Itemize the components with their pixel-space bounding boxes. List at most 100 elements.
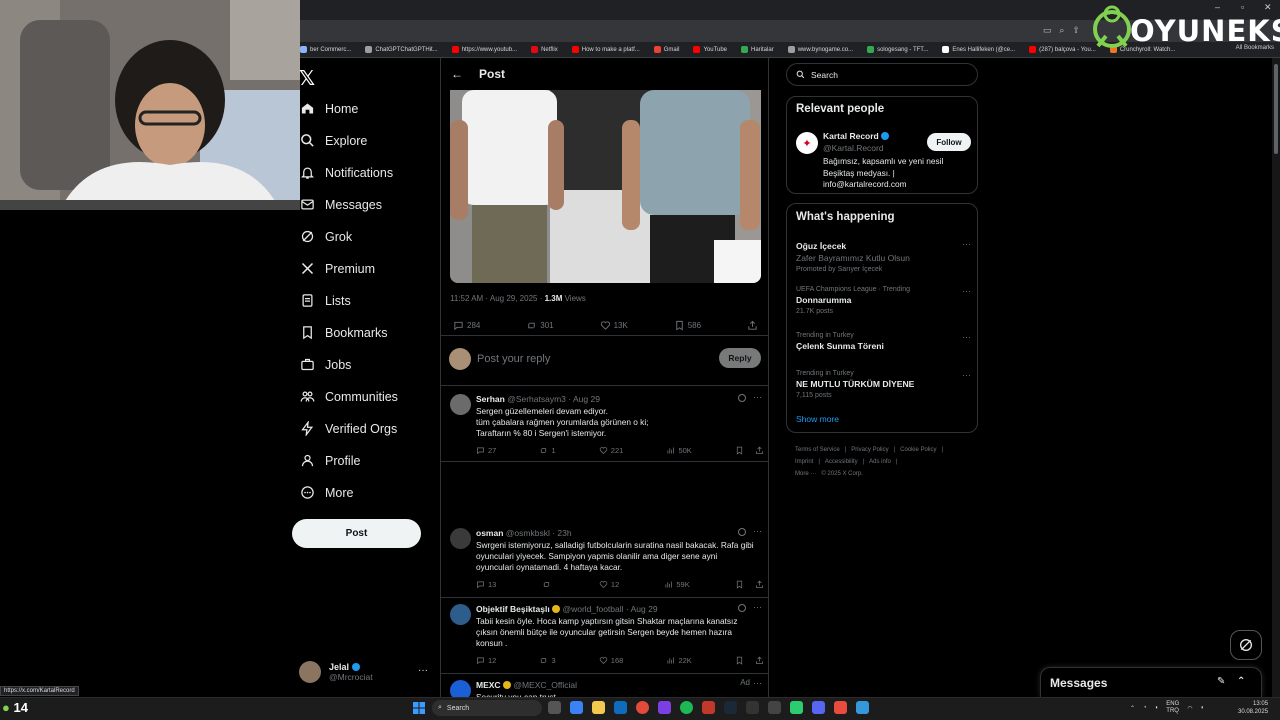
speaker-icon[interactable]: ◗ [1201, 705, 1205, 711]
tweet-handle[interactable]: @MEXC_Official [513, 680, 577, 690]
bookmark-item[interactable]: (287) balçova - You... [1029, 46, 1096, 53]
account-switcher[interactable]: Jelal @Mrcrociat [299, 659, 429, 685]
share-icon[interactable] [755, 446, 764, 455]
footer-link[interactable]: Terms of Service [795, 447, 840, 453]
x-logo-icon[interactable]: 𝕏 [299, 66, 315, 91]
more-options-icon[interactable]: ··· [753, 678, 762, 688]
footer-link[interactable]: Privacy Policy [851, 447, 888, 453]
nav-item-messages[interactable]: Messages [300, 197, 382, 212]
trend-item[interactable]: Oğuz İçecek Zafer Bayramımız Kutlu Olsun P… [796, 239, 971, 273]
trend-item[interactable]: Trending in Turkey NE MUTLU TÜRKÜM DİYENE… [796, 370, 971, 399]
nav-item-lists[interactable]: Lists [300, 293, 351, 308]
nav-item-bookmarks[interactable]: Bookmarks [300, 325, 388, 340]
back-arrow-icon[interactable]: ← [451, 67, 463, 81]
app-icon[interactable] [768, 701, 781, 714]
avatar[interactable] [450, 394, 471, 415]
nav-item-home[interactable]: Home [300, 101, 358, 116]
reply-button[interactable]: Reply [719, 348, 761, 368]
steam-icon[interactable] [724, 701, 737, 714]
bookmark-action[interactable]: 586 [674, 320, 701, 331]
person-handle[interactable]: @Kartal.Record [823, 143, 884, 153]
share-icon[interactable] [755, 656, 764, 665]
more-options-icon[interactable]: ··· [753, 526, 762, 536]
zoom-icon[interactable]: ⌕ [1059, 25, 1064, 36]
outlook-icon[interactable] [614, 701, 627, 714]
app-icon[interactable] [790, 701, 803, 714]
bookmark-item[interactable]: Gmail [653, 46, 679, 53]
cast-icon[interactable]: ▭ [1043, 25, 1052, 36]
app-icon[interactable] [702, 701, 715, 714]
tweet-author[interactable]: Objektif Beşiktaşlı [476, 604, 550, 614]
share-icon[interactable] [755, 580, 764, 589]
repost-action[interactable]: 3 [539, 654, 556, 666]
reply-action[interactable]: 284 [453, 320, 480, 331]
tweet-handle[interactable]: @world_football · Aug 29 [562, 604, 657, 614]
avatar[interactable] [450, 680, 471, 697]
scrollbar-thumb[interactable] [1274, 64, 1278, 154]
nav-item-notifications[interactable]: Notifications [300, 165, 393, 180]
taskbar-search[interactable]: ⌕ Search [432, 700, 542, 716]
volume-icon[interactable]: ◖ [1155, 705, 1159, 711]
like-action[interactable]: 12 [599, 578, 619, 590]
repost-action[interactable] [542, 578, 554, 590]
nav-item-more[interactable]: More [300, 485, 353, 500]
grok-button[interactable] [1230, 630, 1262, 660]
chrome-icon[interactable] [636, 701, 649, 714]
avatar[interactable] [450, 528, 471, 549]
grok-explain-icon[interactable] [738, 604, 746, 612]
app-icon[interactable] [570, 701, 583, 714]
nav-item-grok[interactable]: Grok [300, 229, 352, 244]
like-action[interactable]: 221 [599, 444, 623, 456]
footer-link[interactable]: © 2025 X Corp. [821, 471, 862, 477]
follow-button[interactable]: Follow [927, 133, 971, 151]
account-more-icon[interactable]: ··· [418, 665, 428, 676]
trend-item[interactable]: Trending in Turkey Çelenk Sunma Töreni ··· [796, 332, 971, 351]
nav-item-profile[interactable]: Profile [300, 453, 360, 468]
like-action[interactable]: 13K [600, 320, 628, 331]
bookmark-item[interactable]: Enes Hallifeken (@ce... [942, 46, 1015, 53]
tweet-author[interactable]: MEXC [476, 680, 501, 690]
post-time-link[interactable]: 11:52 AM · Aug 29, 2025 · [450, 294, 545, 303]
more-options-icon[interactable]: ··· [753, 392, 762, 402]
person-name[interactable]: Kartal Record [823, 131, 890, 141]
bookmark-item[interactable]: ber Commerc... [300, 46, 351, 53]
kartal-record-avatar[interactable]: ✦ [796, 132, 818, 154]
bookmark-action[interactable] [735, 444, 764, 456]
bookmark-item[interactable]: ChatGPTChatGPTHit... [365, 46, 438, 53]
chevron-up-icon[interactable]: ⌃ [1237, 676, 1245, 687]
reply-action[interactable]: 12 [476, 654, 496, 666]
wifi-icon[interactable]: ◠ [1187, 705, 1192, 712]
reply-tweet[interactable]: osman @osmkbskl · 23h ··· Swrgeni istemiyo… [441, 522, 768, 598]
bookmark-action[interactable] [735, 578, 764, 590]
more-options-icon[interactable]: ··· [962, 239, 971, 249]
avatar[interactable] [450, 604, 471, 625]
views-action[interactable]: 22K [666, 654, 692, 666]
windows-start-icon[interactable] [413, 702, 425, 714]
grok-explain-icon[interactable] [738, 528, 746, 536]
footer-link[interactable]: Cookie Policy [900, 447, 936, 453]
search-input[interactable]: Search [786, 63, 978, 86]
messages-drawer[interactable]: Messages ✎ ⌃ [1040, 667, 1262, 697]
tray-chevron-icon[interactable]: ⌃ [1130, 705, 1135, 712]
footer-link[interactable]: Accessibility [825, 459, 858, 465]
reply-action[interactable]: 13 [476, 578, 496, 590]
nav-item-communities[interactable]: Communities [300, 389, 398, 404]
nav-item-explore[interactable]: Explore [300, 133, 367, 148]
reply-input[interactable]: Post your reply [477, 353, 550, 365]
trend-item[interactable]: UEFA Champions League · Trending Donnarum… [796, 286, 971, 315]
repost-action[interactable]: 301 [526, 320, 554, 331]
app-icon[interactable] [746, 701, 759, 714]
bookmark-item[interactable]: How to make a platf... [571, 46, 640, 53]
bookmark-item[interactable]: www.bynogame.co... [787, 46, 853, 53]
bookmark-item[interactable]: sologesang - TFT... [867, 46, 928, 53]
post-image[interactable] [450, 90, 761, 283]
repost-action[interactable]: 1 [539, 444, 556, 456]
bookmark-item[interactable]: YouTube [693, 46, 727, 53]
grok-explain-icon[interactable] [738, 394, 746, 402]
post-button[interactable]: Post [292, 519, 421, 548]
show-more-link[interactable]: Show more [796, 414, 839, 424]
like-action[interactable]: 168 [599, 654, 623, 666]
nav-item-jobs[interactable]: Jobs [300, 357, 351, 372]
share-action[interactable] [747, 320, 758, 331]
bookmark-action[interactable] [735, 654, 764, 666]
